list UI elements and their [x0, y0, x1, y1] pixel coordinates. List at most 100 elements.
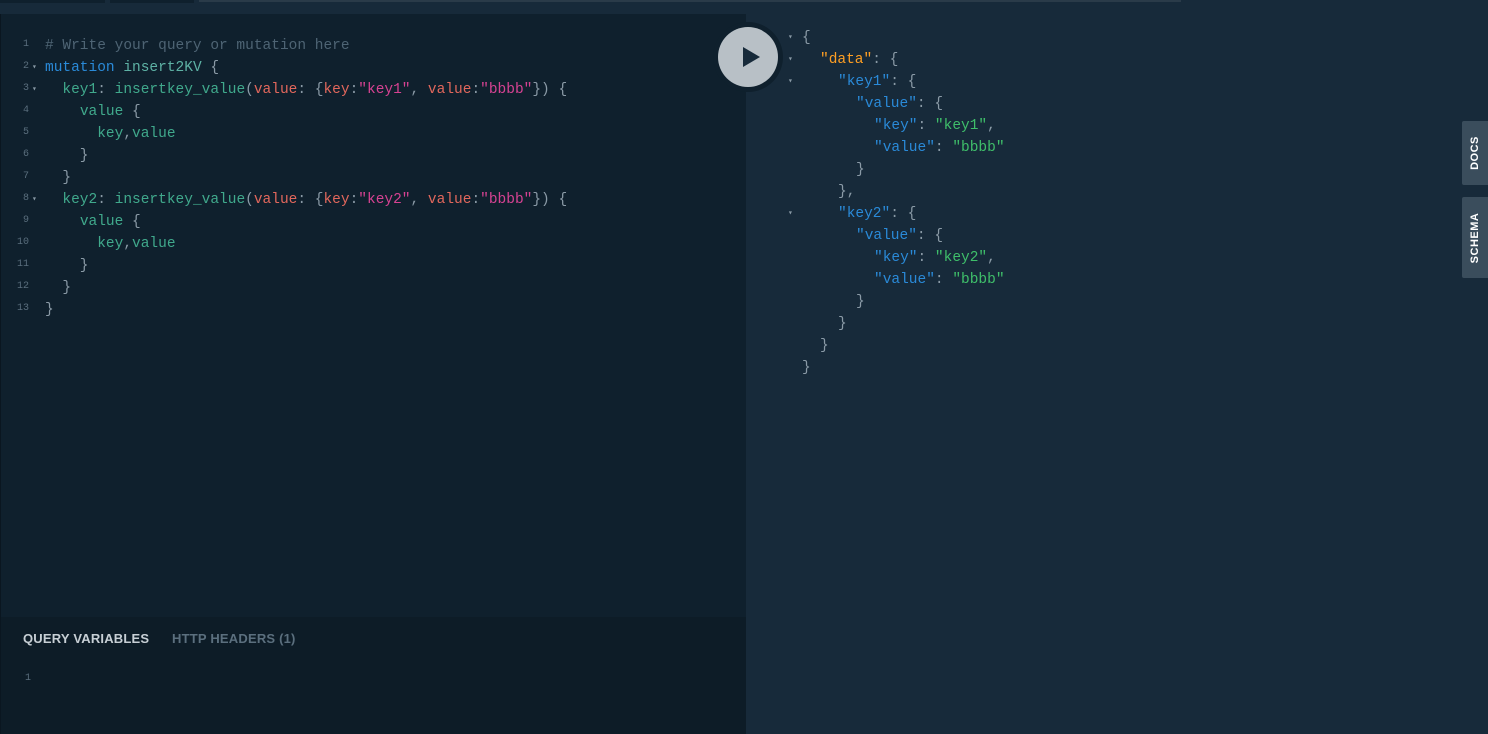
code-token: mutation: [45, 60, 115, 76]
docs-tab[interactable]: DOCS: [1462, 121, 1488, 185]
result-token: "key1": [934, 118, 988, 134]
code-token: value: [79, 104, 124, 120]
result-text: "data": {: [820, 50, 898, 70]
code-token: value: [427, 82, 472, 98]
line-number: 10: [16, 237, 29, 248]
result-text: "value": {: [856, 94, 943, 114]
result-text: }: [820, 336, 829, 356]
result-text: "key2": {: [838, 204, 916, 224]
execute-query-button[interactable]: [713, 22, 783, 92]
result-line: "value": "bbbb": [746, 269, 1446, 291]
code-token: }: [45, 148, 89, 164]
fold-caret-icon[interactable]: ▾: [32, 194, 37, 204]
result-token: ,: [987, 250, 996, 266]
code-line[interactable]: 2 ▾ mutation insert2KV {: [1, 57, 747, 79]
code-token: ,: [410, 82, 428, 98]
line-number: 3: [22, 83, 29, 94]
fold-caret-icon[interactable]: ▾: [32, 84, 37, 94]
tab-bar-segment: [199, 0, 1181, 2]
line-number: 4: [22, 105, 29, 116]
code-line[interactable]: 10 key,value: [1, 233, 747, 255]
result-line: ▾ "data": {: [746, 49, 1446, 71]
code-token: "key2": [358, 192, 411, 208]
result-token: ,: [987, 118, 996, 134]
result-line: }: [746, 159, 1446, 181]
code-token: }) {: [532, 82, 568, 98]
code-token: insert2KV: [123, 60, 202, 76]
tab-http-headers[interactable]: HTTP HEADERS (1): [172, 631, 296, 646]
result-line: }: [746, 313, 1446, 335]
fold-caret-icon[interactable]: ▾: [788, 76, 793, 86]
code-token: "bbbb": [480, 192, 533, 208]
line-number: 12: [16, 281, 29, 292]
code-token: }) {: [532, 192, 568, 208]
result-line: }: [746, 357, 1446, 379]
code-token: : {: [297, 82, 324, 98]
code-line[interactable]: 4 value {: [1, 101, 747, 123]
code-line[interactable]: 9 value {: [1, 211, 747, 233]
fold-caret-icon[interactable]: ▾: [788, 32, 793, 42]
code-token: {: [201, 60, 220, 76]
code-token: }: [45, 302, 54, 318]
code-line[interactable]: 1 # Write your query or mutation here: [1, 35, 747, 57]
code-text: key2: insertkey_value(value: {key:"key2"…: [45, 190, 567, 210]
fold-caret-icon[interactable]: ▾: [788, 54, 793, 64]
result-token: "bbbb": [952, 140, 1005, 156]
code-line[interactable]: 13}: [1, 299, 747, 321]
result-line: }: [746, 291, 1446, 313]
fold-caret-icon[interactable]: ▾: [788, 208, 793, 218]
tab-bar-segment: [0, 0, 105, 3]
code-token: }: [45, 258, 89, 274]
result-line: "value": {: [746, 225, 1446, 247]
tab-query-variables[interactable]: QUERY VARIABLES: [23, 631, 149, 646]
schema-tab[interactable]: SCHEMA: [1462, 197, 1488, 278]
result-line: },: [746, 181, 1446, 203]
result-token: : {: [916, 96, 944, 112]
fold-caret-icon[interactable]: ▾: [32, 62, 37, 72]
result-token: :: [934, 272, 953, 288]
code-line[interactable]: 7 }: [1, 167, 747, 189]
result-token: {: [802, 30, 811, 46]
result-token: :: [934, 140, 953, 156]
code-token: ,: [123, 126, 133, 142]
code-token: (: [245, 192, 254, 208]
result-text: "key": "key2",: [874, 248, 996, 268]
line-number: 6: [22, 149, 29, 160]
code-token: insertkey_value: [114, 82, 246, 98]
result-text: }: [838, 314, 847, 334]
code-text: key,value: [45, 124, 175, 144]
query-editor[interactable]: 1 # Write your query or mutation here 2 ▾ mu…: [0, 14, 746, 617]
result-line: ▾{: [746, 27, 1446, 49]
code-token: :: [97, 82, 115, 98]
code-token: value: [253, 192, 298, 208]
code-line[interactable]: 11 }: [1, 255, 747, 277]
line-number: 13: [16, 303, 29, 314]
result-token: "value": [874, 272, 935, 288]
result-text: "value": "bbbb": [874, 270, 1005, 290]
result-line: ▾ "key1": {: [746, 71, 1446, 93]
result-token: "key": [874, 118, 918, 134]
code-line[interactable]: 5 key,value: [1, 123, 747, 145]
line-number: 5: [22, 127, 29, 138]
code-line[interactable]: 6 }: [1, 145, 747, 167]
code-token: key: [97, 236, 124, 252]
result-token: "bbbb": [952, 272, 1005, 288]
result-token: "data": [820, 52, 873, 68]
code-token: : {: [297, 192, 324, 208]
code-line[interactable]: 3 ▾ key1: insertkey_value(value: {key:"ke…: [1, 79, 747, 101]
result-token: "key2": [934, 250, 988, 266]
code-line[interactable]: 12 }: [1, 277, 747, 299]
code-line[interactable]: 8 ▾ key2: insertkey_value(value: {key:"ke…: [1, 189, 747, 211]
result-token: : {: [890, 206, 917, 222]
code-token: value: [253, 82, 298, 98]
code-token: }: [45, 170, 72, 186]
line-number: 7: [22, 171, 29, 182]
result-line: "value": {: [746, 93, 1446, 115]
result-text: }: [856, 160, 865, 180]
result-line: ▾ "key2": {: [746, 203, 1446, 225]
code-token: key: [97, 126, 124, 142]
result-token: "value": [856, 228, 917, 244]
